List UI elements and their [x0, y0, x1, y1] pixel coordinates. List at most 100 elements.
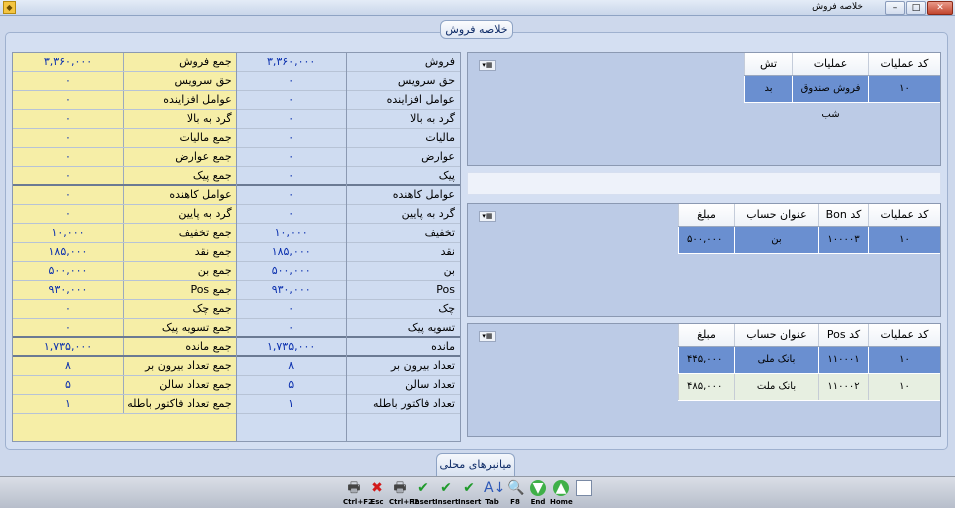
summary-total-label: جمع پيک [192, 169, 232, 182]
grid-cell[interactable]: ۱۱۰۰۰۱ [818, 347, 868, 373]
grid-cell[interactable]: بد [744, 76, 792, 102]
grid-column-header[interactable]: کد Pos [818, 324, 868, 346]
grid-cell[interactable]: بانک ملی [734, 347, 818, 373]
toolbar-button-insert[interactable]: ✔ Insert [435, 479, 458, 507]
grid-column-header[interactable]: تش [744, 53, 792, 75]
grid-column-header[interactable]: کد عمليات [868, 53, 940, 75]
grid-column-header[interactable]: کد عمليات [868, 324, 940, 346]
maximize-button[interactable]: □ [906, 1, 926, 15]
summary-total-row: ۰ عوامل کاهنده [13, 186, 236, 205]
summary-value-row: ۰ [236, 91, 346, 110]
summary-label: تعداد بيرون بر [390, 359, 455, 372]
summary-total-row: ۰ حق سرويس [13, 72, 236, 91]
summary-total-label: گرد به بالا [186, 112, 232, 125]
grid-cell[interactable]: ۱۰ [868, 227, 940, 253]
grid-column-header[interactable]: کد عمليات [868, 204, 940, 226]
summary-total-label: جمع تعداد سالن [159, 378, 232, 391]
toolbar-button-label: End [530, 498, 546, 506]
summary-total-row: ۰ جمع پيک [13, 167, 236, 186]
summary-total-row: ۰ گرد به بالا [13, 110, 236, 129]
summary-value-row: ۰ [236, 167, 346, 186]
grid-cell[interactable]: ۱۰ [868, 76, 940, 102]
grid-cell[interactable]: ۴۸۵,۰۰۰ [678, 374, 734, 400]
summary-label-row: پيک [346, 167, 460, 186]
home-icon: ▲ [553, 480, 569, 496]
summary-total-label: عوامل افزاينده [163, 93, 232, 106]
toolbar-button-insert[interactable]: ✔ Insert [412, 479, 435, 507]
summary-label-row: تعداد فاکتور باطله [346, 395, 460, 414]
summary-label-row: Pos [346, 281, 460, 300]
grid-cell[interactable]: ۴۴۵,۰۰۰ [678, 347, 734, 373]
summary-value-row: ۰ [236, 148, 346, 167]
grid-options-icon[interactable]: ▾▦ [479, 211, 496, 222]
summary-label-row: فروش [346, 53, 460, 72]
pos-grid: کد عمليات کد Pos عنوان حساب مبلغ ۱۰ ۱۱۰۰۰۱ بان… [678, 324, 940, 401]
close-button[interactable]: ✕ [927, 1, 953, 15]
minimize-button[interactable]: – [885, 1, 905, 15]
summary-value: ۰ [288, 169, 295, 182]
summary-value-row: ۱ [236, 395, 346, 414]
grid-header: کد عمليات کد Bon عنوان حساب مبلغ [678, 204, 940, 227]
table-row[interactable]: ۱۰ فروش صندوق شب بد [744, 76, 940, 120]
grid-column-header[interactable]: عنوان حساب [734, 204, 818, 226]
toolbar-button-insert[interactable]: ✔ Insert [458, 479, 481, 507]
toolbar-button-tab[interactable]: A↓ Tab [481, 479, 506, 507]
grid-cell[interactable]: ۱۰۰۰۰۳ [818, 227, 868, 253]
toolbar-button-esc[interactable]: ✖ Esc [366, 479, 388, 507]
grid-options-icon[interactable]: ▾▦ [479, 60, 496, 71]
summary-total-label: جمع نقد [194, 245, 232, 258]
grid-column-header[interactable]: مبلغ [678, 204, 734, 226]
shortcut-toolbar: 🖶 Ctrl+F2 ✖ Esc 🖶 Ctrl+F2 ✔ Insert ✔ Insert ✔ Inser… [0, 476, 955, 508]
summary-value: ۱,۷۳۵,۰۰۰ [266, 340, 316, 353]
summary-label-row: ماليات [346, 129, 460, 148]
summary-total-value: ۰ [13, 186, 124, 204]
bon-panel: ▾▦ کد عمليات کد Bon عنوان حساب مبلغ ۱۰ ۱۰۰۰۰۳… [467, 203, 941, 317]
summary-value: ۱۰,۰۰۰ [274, 226, 308, 239]
toolbar-button-ctrlf2[interactable]: 🖶 Ctrl+F2 [343, 479, 373, 507]
summary-total-row: ۵۰۰,۰۰۰ جمع بن [13, 262, 236, 281]
printer-icon: 🖶 [393, 480, 407, 496]
toolbar-button-home[interactable]: ▲ Home [550, 479, 573, 507]
summary-label: تخفيف [424, 226, 455, 239]
summary-value: ۰ [288, 74, 295, 87]
grid-column-header[interactable]: عنوان حساب [734, 324, 818, 346]
printer-icon: 🖶 [347, 480, 361, 496]
summary-total-label: جمع Pos [190, 283, 232, 296]
grid-column-header[interactable]: کد Bon [818, 204, 868, 226]
summary-label: عوارض [421, 150, 455, 163]
grid-cell[interactable]: ۱۰ [868, 374, 940, 400]
summary-label: گرد به پايين [401, 207, 455, 220]
summary-total-label: جمع عوارض [175, 150, 232, 163]
sort-az-icon: A↓ [484, 480, 506, 496]
summary-total-label: جمع تعداد بيرون بر [145, 359, 232, 372]
grid-cell[interactable]: ۵۰۰,۰۰۰ [678, 227, 734, 253]
grid-cell[interactable]: فروش صندوق شب [792, 76, 868, 120]
pos-panel: ▾▦ کد عمليات کد Pos عنوان حساب مبلغ ۱۰ ۱۱۰۰۰۱… [467, 323, 941, 437]
grid-column-header[interactable]: مبلغ [678, 324, 734, 346]
grid-column-header[interactable]: عمليات [792, 53, 868, 75]
app-icon: ◆ [3, 1, 16, 14]
grid-options-icon[interactable]: ▾▦ [479, 331, 496, 342]
summary-label: تعداد سالن [405, 378, 455, 391]
summary-value: ۰ [288, 188, 295, 201]
summary-value: ۱ [288, 397, 295, 410]
toolbar-button-ctrlf2[interactable]: 🖶 Ctrl+F2 [389, 479, 419, 507]
summary-total-value: ۰ [13, 72, 124, 90]
toolbar-button-f8[interactable]: 🔍 F8 [504, 479, 526, 507]
toolbar-button-[interactable] [573, 479, 595, 507]
summary-total-row: ۸ جمع تعداد بيرون بر [13, 357, 236, 376]
grid-cell[interactable]: ۱۰ [868, 347, 940, 373]
local-shortcuts-tab[interactable]: ميانبرهای محلی [436, 453, 515, 476]
grid-cell[interactable]: بن [734, 227, 818, 253]
summary-value: ۱۸۵,۰۰۰ [271, 245, 311, 258]
summary-value-row: ۰ [236, 300, 346, 319]
table-row[interactable]: ۱۰ ۱۰۰۰۰۳ بن ۵۰۰,۰۰۰ [678, 227, 940, 254]
table-row[interactable]: ۱۰ ۱۱۰۰۰۲ بانک ملت ۴۸۵,۰۰۰ [678, 374, 940, 401]
summary-label-row: مانده [346, 338, 460, 357]
grid-cell[interactable]: بانک ملت [734, 374, 818, 400]
grid-header: کد عمليات عمليات تش [744, 53, 940, 76]
grid-cell[interactable]: ۱۱۰۰۰۲ [818, 374, 868, 400]
toolbar-button-end[interactable]: ▼ End [527, 479, 549, 507]
insert-check-icon: ✔ [417, 480, 429, 496]
table-row[interactable]: ۱۰ ۱۱۰۰۰۱ بانک ملی ۴۴۵,۰۰۰ [678, 347, 940, 374]
